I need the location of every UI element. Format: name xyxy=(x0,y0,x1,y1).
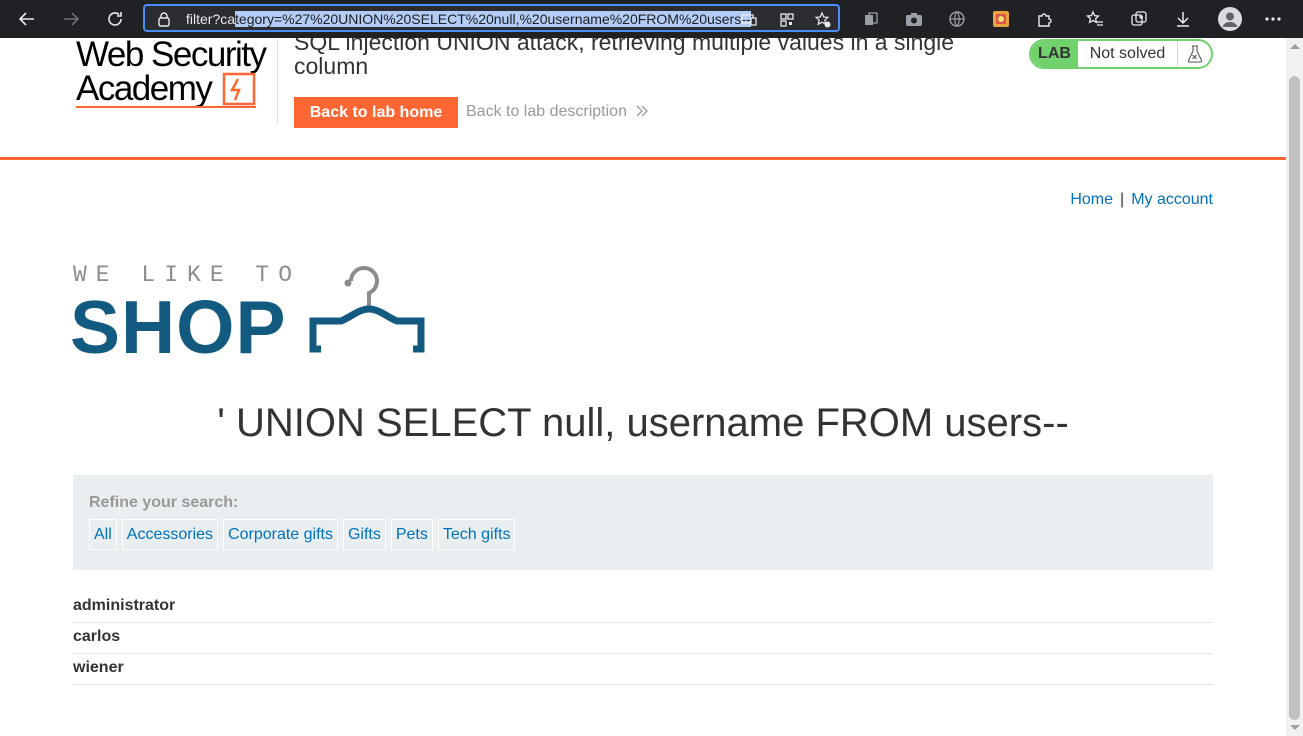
category-link-all[interactable]: All xyxy=(89,519,117,550)
scrollbar-thumb[interactable] xyxy=(1289,76,1300,720)
page-heading: ' UNION SELECT null, username FROM users… xyxy=(217,401,1069,445)
back-to-lab-description-label: Back to lab description xyxy=(466,103,627,120)
qr-code-icon[interactable] xyxy=(777,10,797,30)
web-security-academy-logo[interactable]: Web Security Academy xyxy=(76,38,267,108)
lab-title: SQL injection UNION attack, retrieving m… xyxy=(294,38,955,79)
favorites-icon[interactable] xyxy=(1084,8,1106,30)
url-text[interactable]: filter?category=%27%20UNION%20SELECT%20n… xyxy=(186,11,751,27)
browser-essentials-icon[interactable] xyxy=(946,8,968,30)
collections-icon[interactable] xyxy=(860,8,882,30)
logo-underline xyxy=(76,106,256,108)
shop-name: SHOP xyxy=(70,285,287,369)
table-row: wiener xyxy=(73,654,1213,685)
back-to-lab-description-link[interactable]: Back to lab description xyxy=(466,103,649,121)
vertical-scrollbar[interactable] xyxy=(1286,38,1303,736)
table-row: carlos xyxy=(73,623,1213,654)
address-bar[interactable]: filter?category=%27%20UNION%20SELECT%20n… xyxy=(143,4,840,32)
lab-badge: LAB xyxy=(1031,41,1078,67)
app-available-icon[interactable] xyxy=(739,10,759,30)
refresh-icon[interactable] xyxy=(102,6,128,32)
collections-icon[interactable] xyxy=(1128,8,1150,30)
lab-header: Web Security Academy SQL injection UNION… xyxy=(0,38,1286,160)
lab-status-widget: LAB Not solved xyxy=(1029,39,1213,69)
my-account-link[interactable]: My account xyxy=(1131,191,1213,208)
home-link[interactable]: Home xyxy=(1070,191,1113,208)
lab-status-text: Not solved xyxy=(1089,45,1166,62)
extensions-icon[interactable] xyxy=(1034,8,1056,30)
more-icon[interactable] xyxy=(1262,8,1284,30)
category-filter-list: All Accessories Corporate gifts Gifts Pe… xyxy=(89,519,516,550)
category-link-accessories[interactable]: Accessories xyxy=(121,519,219,550)
downloads-icon[interactable] xyxy=(1172,8,1194,30)
category-link-gifts[interactable]: Gifts xyxy=(342,519,386,550)
nav-separator: | xyxy=(1120,191,1125,208)
category-link-tech-gifts[interactable]: Tech gifts xyxy=(437,519,516,550)
lock-icon[interactable] xyxy=(157,11,171,32)
filter-panel: Refine your search: All Accessories Corp… xyxy=(73,475,1213,570)
scroll-up-arrow-icon[interactable] xyxy=(1290,44,1300,49)
browser-toolbar: filter?category=%27%20UNION%20SELECT%20n… xyxy=(0,0,1303,38)
category-link-pets[interactable]: Pets xyxy=(390,519,433,550)
hanger-icon xyxy=(309,266,425,353)
table-row: administrator xyxy=(73,592,1213,623)
forward-icon[interactable] xyxy=(58,6,84,32)
filter-label: Refine your search: xyxy=(89,494,239,511)
header-divider xyxy=(277,38,278,124)
scroll-down-arrow-icon[interactable] xyxy=(1290,725,1300,730)
back-icon[interactable] xyxy=(14,6,40,32)
flask-icon xyxy=(1177,41,1211,67)
academy-logo-mark-icon xyxy=(222,72,256,106)
profile-icon[interactable] xyxy=(1217,6,1243,32)
category-link-corporate-gifts[interactable]: Corporate gifts xyxy=(223,519,338,550)
url-selection: tegory=%27%20UNION%20SELECT%20null,%20us… xyxy=(235,11,751,27)
add-favorite-icon[interactable] xyxy=(813,10,833,30)
top-navigation: Home | My account xyxy=(1070,191,1213,209)
double-chevron-right-icon xyxy=(636,105,649,117)
screenshot-icon[interactable] xyxy=(903,8,925,30)
extension-badge-icon[interactable] xyxy=(990,8,1012,30)
logo-line1: Web Security xyxy=(76,38,267,74)
back-to-lab-home-button[interactable]: Back to lab home xyxy=(294,97,458,128)
results-table: administrator carlos wiener xyxy=(73,592,1213,685)
